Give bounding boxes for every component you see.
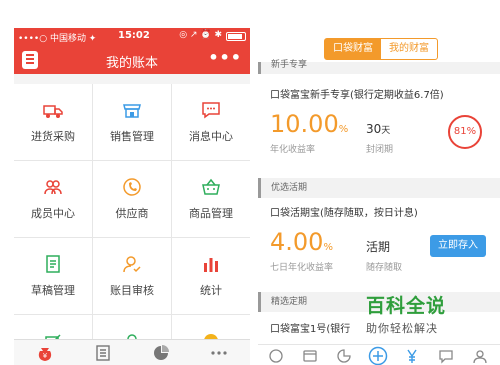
feature-grid: 进货采购 销售管理 消息中心 成员中心 供应商 商品管理 草稿管理 账目审核 统… xyxy=(14,84,250,350)
pie-icon[interactable] xyxy=(152,344,170,362)
grid-label: 供应商 xyxy=(115,207,149,220)
grid-label: 销售管理 xyxy=(110,130,154,143)
grid-label: 商品管理 xyxy=(189,207,233,220)
grid-item-members[interactable]: 成员中心 xyxy=(14,161,92,237)
grid-label: 进货采购 xyxy=(31,130,75,143)
rate-label: 七日年化收益率 xyxy=(270,263,334,273)
add-button-icon[interactable] xyxy=(368,346,388,365)
clock: 15:02 xyxy=(118,30,150,41)
nav-bar: 我的账本 ••• xyxy=(14,46,250,74)
home-circle-icon[interactable] xyxy=(268,348,284,364)
wealth-segment-control: 口袋财富 我的财富 xyxy=(324,38,438,60)
term-label: 随存随取 xyxy=(366,263,403,273)
grid-item-messages[interactable]: 消息中心 xyxy=(172,84,250,160)
basket-icon xyxy=(202,178,220,195)
card-icon[interactable] xyxy=(302,348,318,364)
watermark-title: 百科全说 xyxy=(366,295,447,317)
grid-label: 消息中心 xyxy=(189,130,233,143)
grid-item-sales[interactable]: 销售管理 xyxy=(93,84,171,160)
term-number: 30 xyxy=(366,122,382,136)
term-unit: 天 xyxy=(381,126,391,136)
status-bar: ••••○ 中国移动 ✦ 15:02 ◎ ↗ ⏰ ✱ xyxy=(14,28,250,46)
section-title: 优选活期 xyxy=(271,183,308,193)
section-title: 新手专享 xyxy=(271,60,308,70)
svg-text:¥: ¥ xyxy=(43,352,48,360)
term-value: 活期 xyxy=(366,240,391,254)
rate-label: 年化收益率 xyxy=(270,145,316,155)
section-header-current: 优选活期 xyxy=(258,178,500,198)
grid-item-purchase[interactable]: 进货采购 xyxy=(14,84,92,160)
chat-icon[interactable] xyxy=(438,348,454,364)
rate-unit: % xyxy=(338,124,349,135)
product-name[interactable]: 口袋活期宝(随存随取，按日计息) xyxy=(270,204,418,219)
term-value: 30天 xyxy=(366,122,390,136)
more-menu-button[interactable]: ••• xyxy=(208,48,242,67)
section-title: 精选定期 xyxy=(271,297,308,307)
rate-unit: % xyxy=(323,242,333,253)
bottom-tab-bar: ¥ xyxy=(14,339,250,365)
members-icon xyxy=(44,180,62,195)
ledger-app-screen: ••••○ 中国移动 ✦ 15:02 ◎ ↗ ⏰ ✱ 我的账本 ••• 进货采购… xyxy=(14,28,250,365)
grid-label: 成员中心 xyxy=(31,207,75,220)
rate-value: 4.00 xyxy=(270,228,324,256)
seven-day-rate: 4.00% xyxy=(270,228,333,256)
draft-icon xyxy=(46,255,60,273)
grid-item-supplier[interactable]: 供应商 xyxy=(93,161,171,237)
section-header-newbie: 新手专享 xyxy=(258,60,500,74)
deposit-now-button[interactable]: 立即存入 xyxy=(430,235,486,257)
more-dots-icon[interactable] xyxy=(210,344,228,362)
term-label: 封闭期 xyxy=(366,145,394,155)
shop-icon xyxy=(123,104,141,118)
product-name[interactable]: 口袋富宝新手专享(银行定期收益6.7倍) xyxy=(270,86,444,101)
yuan-icon[interactable] xyxy=(404,348,420,364)
message-icon xyxy=(202,102,220,119)
status-icons: ◎ ↗ ⏰ ✱ xyxy=(179,30,222,40)
carrier-label: ••••○ 中国移动 ✦ xyxy=(18,34,97,44)
grid-item-products[interactable]: 商品管理 xyxy=(172,161,250,237)
watermark: 百科全说 助你轻松解决 xyxy=(366,291,446,336)
audit-icon xyxy=(123,256,141,273)
rate-value: 10.00 xyxy=(270,110,339,138)
watermark-subtitle: 助你轻松解决 xyxy=(366,322,438,335)
profile-icon[interactable] xyxy=(472,348,488,364)
wealth-app-screen: 口袋财富 我的财富 新手专享 口袋富宝新手专享(银行定期收益6.7倍) 10.0… xyxy=(258,28,500,365)
annual-rate: 10.00% xyxy=(270,110,348,138)
truck-icon xyxy=(43,105,63,118)
battery-icon xyxy=(226,32,246,41)
grid-label: 草稿管理 xyxy=(31,284,75,297)
grid-item-drafts[interactable]: 草稿管理 xyxy=(14,238,92,314)
sold-progress-ring: 81% xyxy=(448,115,482,149)
bottom-tab-bar xyxy=(258,344,500,365)
tab-my-wealth[interactable]: 我的财富 xyxy=(381,39,437,59)
pie-icon[interactable] xyxy=(336,348,352,364)
grid-item-stats[interactable]: 统计 xyxy=(172,238,250,314)
grid-item-audit[interactable]: 账目审核 xyxy=(93,238,171,314)
bar-chart-icon xyxy=(204,258,218,272)
grid-label: 统计 xyxy=(200,284,222,297)
product-name[interactable]: 口袋富宝1号(银行 xyxy=(270,320,350,335)
ledger-bag-icon[interactable]: ¥ xyxy=(36,344,54,362)
tab-pocket-wealth[interactable]: 口袋财富 xyxy=(325,39,381,59)
supplier-icon xyxy=(123,178,141,196)
list-icon[interactable] xyxy=(94,344,112,362)
grid-label: 账目审核 xyxy=(110,284,154,297)
